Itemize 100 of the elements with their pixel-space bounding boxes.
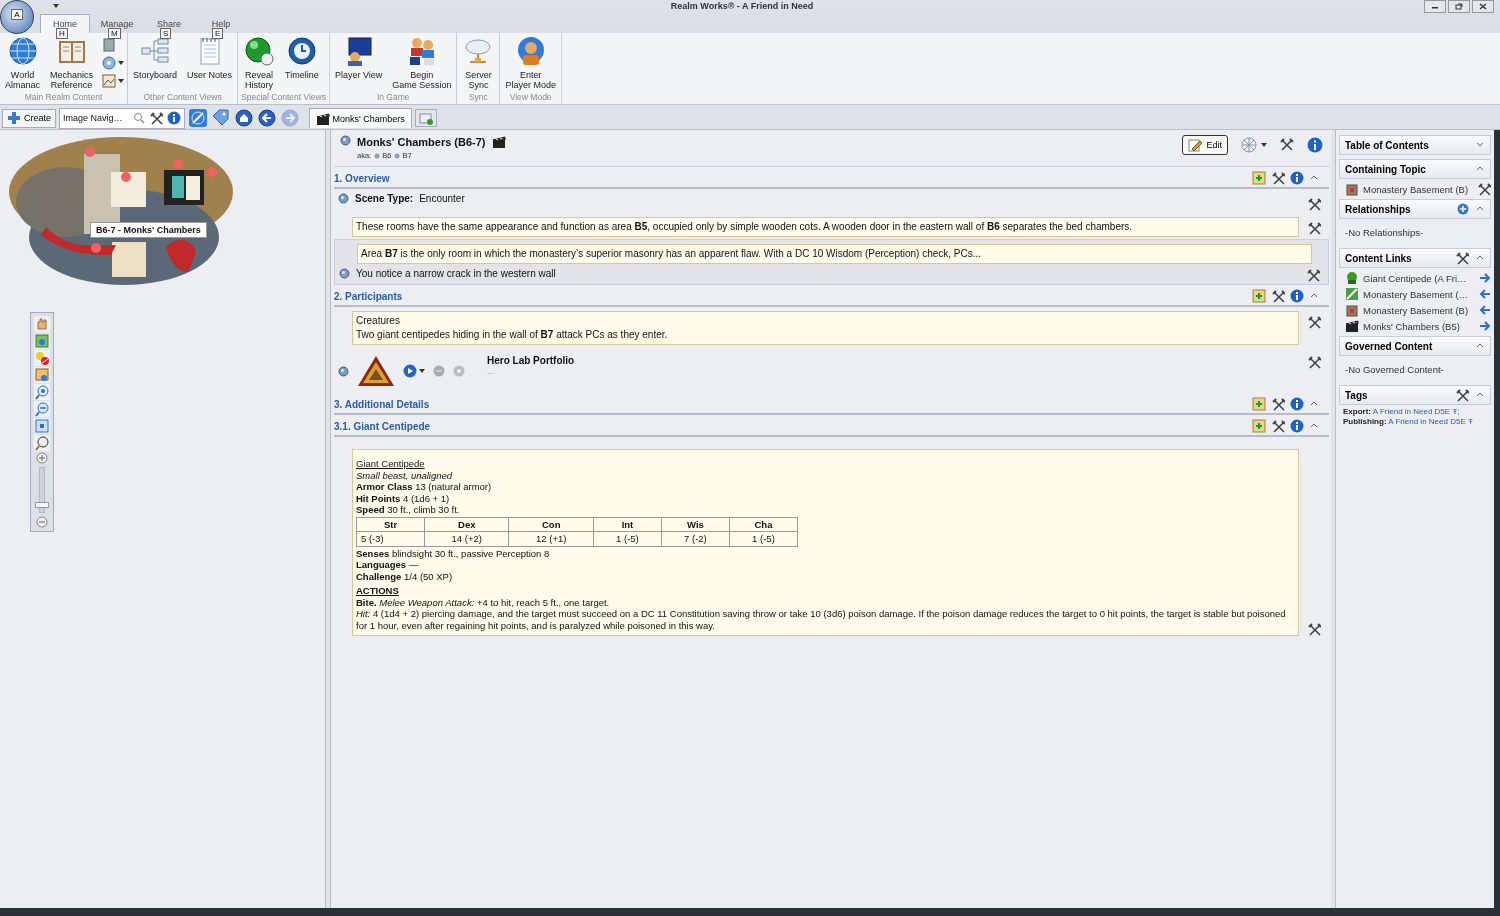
caret-icon[interactable]: [1261, 143, 1267, 147]
panel-header[interactable]: Tags: [1339, 385, 1491, 405]
add-icon[interactable]: [1457, 203, 1469, 215]
tag-link[interactable]: A Friend in Need D5E Ŧ;: [1372, 407, 1460, 416]
slider-thumb[interactable]: [35, 502, 49, 508]
creature-name[interactable]: Giant Centipede: [356, 458, 1295, 470]
plus-icon: [7, 111, 21, 125]
tools-icon[interactable]: [1307, 315, 1321, 329]
tools-icon[interactable]: [1271, 397, 1285, 411]
globe-icon: [6, 35, 39, 67]
ribbon-button[interactable]: Reveal History: [241, 35, 278, 90]
map-tool-button[interactable]: [34, 384, 50, 400]
map-tool-button[interactable]: [34, 418, 50, 434]
section-title[interactable]: 3.1. Giant Centipede: [334, 420, 1248, 432]
caret-icon: [118, 61, 125, 65]
tools-icon[interactable]: [1307, 197, 1321, 211]
tools-icon[interactable]: [1307, 221, 1321, 235]
search-icon[interactable]: [132, 112, 145, 124]
stat-line: Speed 30 ft., climb 30 ft.: [356, 504, 461, 516]
snippet-text: These rooms have the same appearance and function as area B5, occupied only by simple wooden cots. A wooden door in the eastern wall of B6 separates the bed chambers.: [356, 220, 1134, 234]
create-button[interactable]: Create: [2, 108, 56, 128]
link-item[interactable]: Monastery Basement (B): [1363, 304, 1475, 316]
play-icon[interactable]: [403, 364, 417, 378]
alias-icon: [394, 152, 401, 159]
section-title[interactable]: 2. Participants: [334, 290, 1248, 302]
panel-header[interactable]: Content Links: [1339, 248, 1491, 268]
tools-icon[interactable]: [1271, 419, 1285, 433]
panel-header[interactable]: Table of Contents: [1339, 135, 1491, 155]
back-icon: [256, 108, 277, 128]
portfolio-icon: [357, 355, 395, 387]
caret-icon[interactable]: [419, 369, 425, 373]
map-tool-button[interactable]: [34, 401, 50, 417]
image-icon: [101, 73, 118, 89]
group-label: Other Content Views: [142, 92, 223, 104]
arrow-left-icon[interactable]: [1479, 304, 1491, 316]
map-tool-button[interactable]: [34, 435, 50, 451]
info-icon[interactable]: [1307, 137, 1323, 153]
ribbon-button[interactable]: Begin Game Session: [390, 35, 454, 90]
small-ribbon-button[interactable]: [101, 55, 125, 71]
stat-line: Armor Class 13 (natural armor): [356, 481, 493, 493]
info-icon[interactable]: [166, 111, 181, 125]
tools-icon[interactable]: [1307, 622, 1321, 636]
tag-link[interactable]: A Friend in Need D5E Ŧ: [1388, 417, 1473, 426]
arrow-right-icon[interactable]: [1479, 320, 1491, 332]
nav-button[interactable]: [210, 108, 231, 128]
tools-icon[interactable]: [1455, 251, 1469, 265]
arrow-left-icon[interactable]: [1479, 288, 1491, 300]
tower-icon: [1345, 182, 1359, 196]
map-tool-button[interactable]: [34, 333, 50, 349]
small-ribbon-button[interactable]: [101, 73, 125, 89]
ribbon-button[interactable]: Enter Player Mode: [503, 35, 558, 90]
tools-icon[interactable]: [1271, 289, 1285, 303]
link-item[interactable]: Monks' Chambers (B5): [1363, 320, 1475, 332]
link-item[interactable]: Monastery Basement (…: [1363, 288, 1475, 300]
nav-button[interactable]: [233, 108, 254, 128]
tools-icon[interactable]: [1279, 137, 1295, 153]
link-item[interactable]: Giant Centipede (A Fri…: [1363, 272, 1475, 284]
edit-button[interactable]: Edit: [1182, 135, 1228, 155]
document-tab[interactable]: Monks' Chambers: [308, 108, 412, 128]
link-item[interactable]: Monastery Basement (B): [1363, 183, 1473, 195]
info-icon[interactable]: [1290, 171, 1304, 185]
info-icon[interactable]: [1290, 289, 1304, 303]
hand-icon: [34, 316, 50, 332]
table-header: Wis: [661, 517, 730, 532]
clapperboard-icon: [1345, 319, 1359, 333]
panel-header[interactable]: Containing Topic: [1339, 159, 1491, 179]
group-label: In Game: [375, 92, 411, 104]
map-tool-button[interactable]: [34, 367, 50, 383]
close-icon[interactable]: [1479, 2, 1487, 10]
tools-icon[interactable]: [1477, 182, 1491, 196]
ribbon-button[interactable]: Timeline: [283, 35, 321, 80]
info-icon[interactable]: [1290, 419, 1304, 433]
creature-type: Small beast, unaligned: [356, 469, 454, 481]
map-label: B6-7 - Monks' Chambers: [90, 222, 207, 238]
info-icon[interactable]: [1290, 397, 1304, 411]
panel-header[interactable]: Governed Content: [1339, 336, 1491, 356]
tools-icon[interactable]: [1455, 388, 1469, 402]
section-title[interactable]: 3. Additional Details: [334, 398, 1248, 410]
map-tool-button[interactable]: [34, 316, 50, 332]
section-title[interactable]: 1. Overview: [334, 172, 1248, 184]
ribbon-button[interactable]: Server Sync: [460, 35, 497, 90]
panel-header[interactable]: Relationships: [1339, 199, 1491, 219]
bullet-icon: [338, 193, 349, 204]
tag-icon: [210, 108, 231, 128]
bullet-icon: [338, 365, 349, 377]
map-tool-button[interactable]: [34, 350, 50, 366]
ribbon-button[interactable]: Player View: [333, 35, 385, 80]
tools-icon[interactable]: [1307, 355, 1321, 369]
nav-button[interactable]: [256, 108, 277, 128]
table-cell: 12 (+1): [508, 531, 594, 546]
tools-icon[interactable]: [1271, 171, 1285, 185]
zoom-in-icon[interactable]: [36, 452, 48, 464]
app-menu-button[interactable]: A: [0, 0, 34, 34]
dropdown-icon[interactable]: [52, 3, 60, 9]
tools-icon[interactable]: [1306, 268, 1320, 282]
tools-icon[interactable]: [148, 111, 163, 125]
arrow-right-icon[interactable]: [1479, 272, 1491, 284]
ribbon-button[interactable]: World Almanac: [3, 35, 42, 90]
restore-icon[interactable]: [1455, 2, 1463, 10]
new-tab-button[interactable]: [414, 109, 437, 127]
